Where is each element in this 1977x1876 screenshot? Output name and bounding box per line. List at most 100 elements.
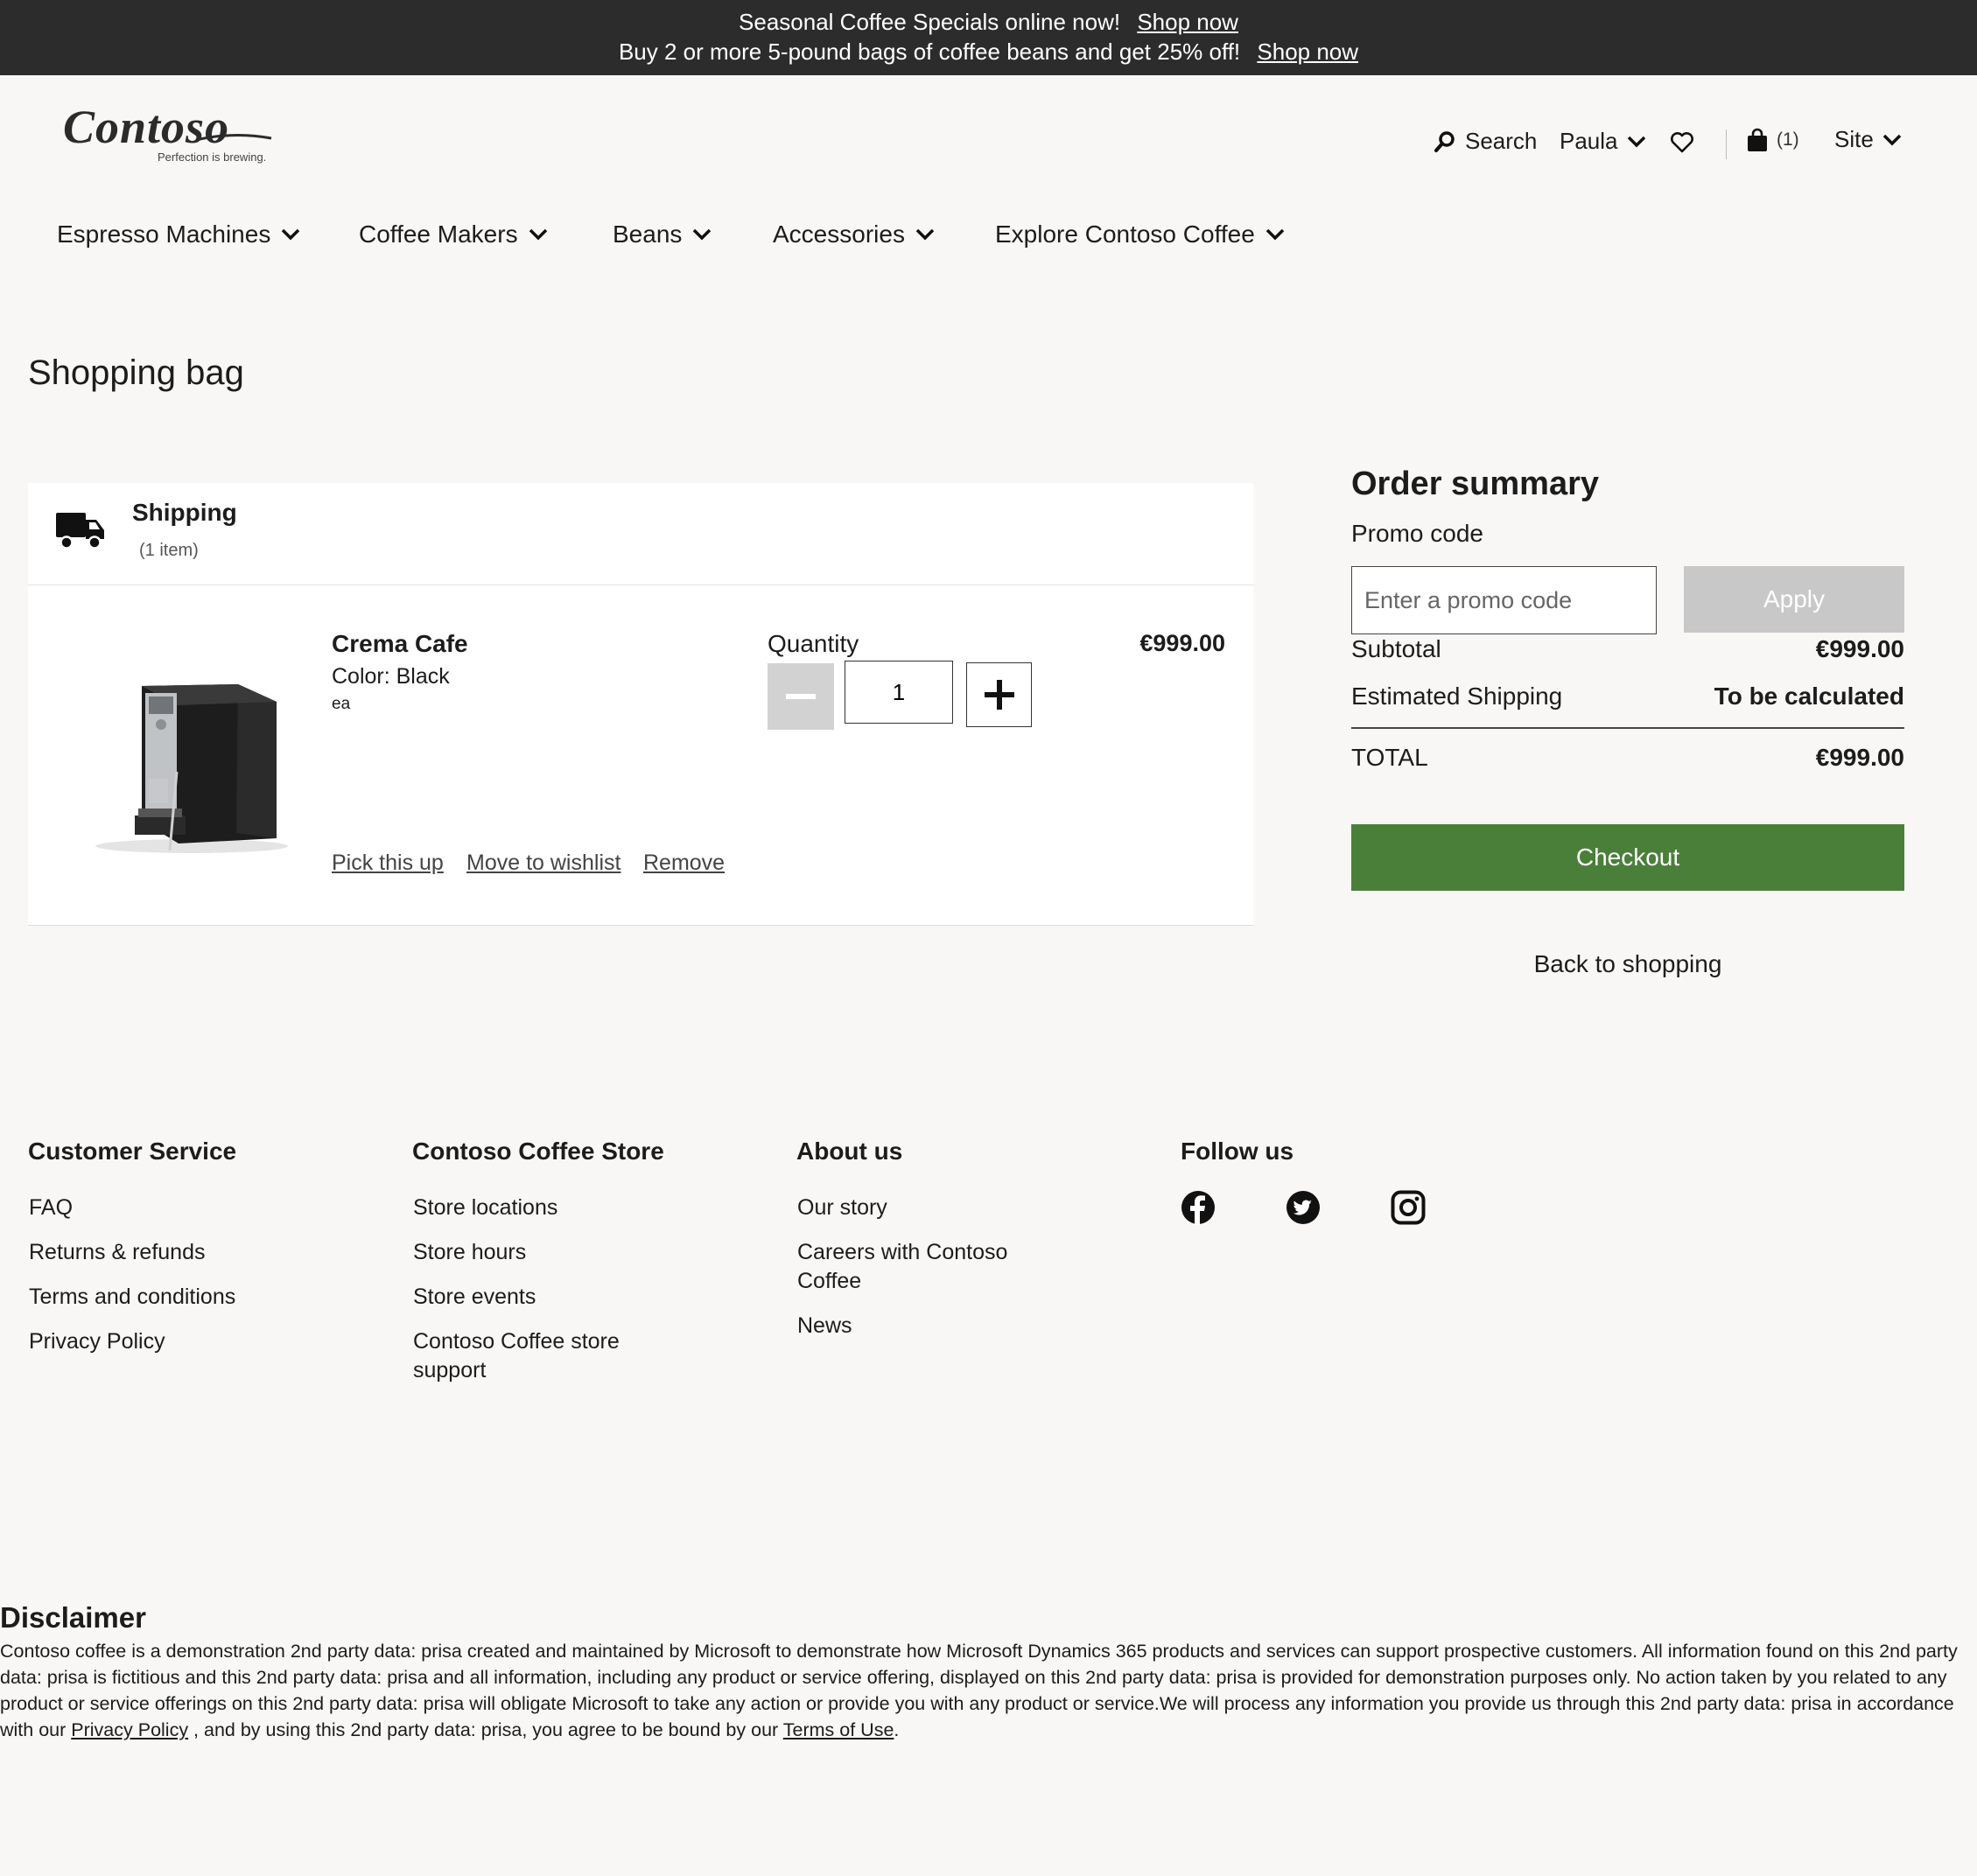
footer-link-store-hours[interactable]: Store hours — [413, 1238, 667, 1267]
chevron-down-icon — [1882, 134, 1902, 145]
footer-store: Contoso Coffee Store Store locations Sto… — [412, 1138, 675, 1382]
banner-text-2: Buy 2 or more 5-pound bags of coffee bea… — [618, 38, 1241, 65]
product-image[interactable] — [82, 667, 301, 859]
banner-text-1: Seasonal Coffee Specials online now! — [739, 9, 1121, 35]
facebook-icon[interactable] — [1181, 1190, 1216, 1225]
summary-divider — [1351, 727, 1904, 729]
minus-icon — [786, 694, 816, 699]
subtotal-label: Subtotal — [1351, 635, 1441, 662]
product-unit: ea — [332, 695, 351, 713]
site-menu[interactable]: Site — [1834, 126, 1902, 153]
footer-link-store-events[interactable]: Store events — [413, 1283, 667, 1312]
total-row: TOTAL €999.00 — [1351, 744, 1904, 772]
quantity-decrease-button[interactable] — [768, 663, 834, 730]
cart-count: (1) — [1777, 130, 1799, 150]
footer-heading: Follow us — [1181, 1138, 1294, 1165]
remove-link[interactable]: Remove — [643, 850, 725, 876]
wishlist-button[interactable] — [1670, 131, 1694, 154]
shipping-value: To be calculated — [1714, 682, 1904, 710]
nav-espresso-machines[interactable]: Espresso Machines — [57, 220, 300, 248]
quantity-increase-button[interactable] — [966, 662, 1032, 727]
twitter-icon[interactable] — [1286, 1190, 1321, 1225]
chevron-down-icon — [282, 228, 300, 241]
cart-button[interactable]: (1) — [1747, 128, 1799, 152]
footer-link-our-story[interactable]: Our story — [797, 1194, 1034, 1222]
footer-link-terms[interactable]: Terms and conditions — [29, 1283, 235, 1312]
nav-explore-contoso-coffee[interactable]: Explore Contoso Coffee — [995, 220, 1285, 248]
subtotal-value: €999.00 — [1815, 635, 1904, 662]
footer-heading: Customer Service — [28, 1138, 237, 1165]
banner-shop-now-link-2[interactable]: Shop now — [1257, 38, 1358, 65]
nav-label: Accessories — [773, 220, 905, 248]
footer-link-privacy[interactable]: Privacy Policy — [29, 1327, 235, 1356]
nav-coffee-makers[interactable]: Coffee Makers — [359, 220, 548, 248]
plus-icon — [984, 680, 1014, 710]
checkout-button[interactable]: Checkout — [1351, 824, 1904, 891]
site-label: Site — [1834, 126, 1874, 152]
total-label: TOTAL — [1351, 744, 1428, 771]
shipping-label: Estimated Shipping — [1351, 682, 1563, 710]
footer-heading: About us — [796, 1138, 903, 1165]
back-to-shopping-link[interactable]: Back to shopping — [1351, 950, 1904, 978]
shipping-group-count: (1 item) — [139, 541, 199, 560]
shipping-group-title: Shipping — [132, 499, 237, 526]
chevron-down-icon — [1627, 136, 1645, 147]
footer-customer-service: Customer Service FAQ Returns & refunds T… — [28, 1138, 291, 1354]
product-color: Color: Black — [332, 664, 450, 689]
chevron-down-icon — [529, 228, 547, 241]
footer-link-faq[interactable]: FAQ — [29, 1194, 235, 1222]
order-summary-title: Order summary — [1351, 466, 1600, 502]
footer-link-store-locations[interactable]: Store locations — [413, 1194, 667, 1222]
user-name: Paula — [1560, 128, 1618, 154]
pick-up-link[interactable]: Pick this up — [332, 850, 444, 876]
disclaimer-text: Contoso coffee is a demonstration 2nd pa… — [0, 1638, 1973, 1743]
quantity-input[interactable] — [845, 661, 953, 724]
disclaimer-text-part-3: . — [894, 1719, 900, 1740]
nav-beans[interactable]: Beans — [613, 220, 712, 248]
shipping-row: Estimated Shipping To be calculated — [1351, 682, 1904, 710]
truck-icon — [56, 513, 104, 550]
product-name[interactable]: Crema Cafe — [332, 630, 468, 658]
subtotal-row: Subtotal €999.00 — [1351, 635, 1904, 663]
search-icon — [1434, 130, 1455, 152]
nav-label: Coffee Makers — [359, 220, 518, 248]
terms-of-use-link[interactable]: Terms of Use — [783, 1719, 894, 1740]
move-to-wishlist-link[interactable]: Move to wishlist — [466, 850, 620, 876]
disclaimer-text-part-2: , and by using this 2nd party data: pris… — [188, 1719, 783, 1740]
page-title: Shopping bag — [28, 354, 244, 392]
footer-link-returns[interactable]: Returns & refunds — [29, 1238, 235, 1267]
product-price: €999.00 — [1139, 630, 1225, 656]
instagram-icon[interactable] — [1391, 1190, 1426, 1225]
banner-shop-now-link-1[interactable]: Shop now — [1137, 9, 1238, 35]
footer-heading: Contoso Coffee Store — [412, 1138, 664, 1165]
chevron-down-icon — [1265, 228, 1285, 241]
disclaimer-title: Disclaimer — [0, 1601, 146, 1634]
privacy-policy-link[interactable]: Privacy Policy — [71, 1719, 188, 1740]
nav-accessories[interactable]: Accessories — [773, 220, 935, 248]
promo-banner: Seasonal Coffee Specials online now! Sho… — [0, 0, 1977, 75]
heart-icon — [1671, 132, 1693, 153]
header-divider — [1726, 130, 1727, 159]
footer-follow: Follow us — [1181, 1138, 1443, 1166]
banner-line-2: Buy 2 or more 5-pound bags of coffee bea… — [0, 38, 1977, 66]
chevron-down-icon — [915, 228, 935, 241]
header-actions: Search Paula (1) Site — [0, 126, 1977, 163]
quantity-label: Quantity — [768, 630, 859, 657]
footer-link-store-support[interactable]: Contoso Coffee store support — [413, 1327, 667, 1385]
nav-label: Explore Contoso Coffee — [995, 220, 1255, 248]
footer-about: About us Our story Careers with Contoso … — [796, 1138, 1059, 1338]
promo-code-input[interactable] — [1351, 566, 1657, 634]
banner-line-1: Seasonal Coffee Specials online now! Sho… — [0, 9, 1977, 36]
apply-promo-button[interactable]: Apply — [1684, 566, 1904, 633]
account-menu[interactable]: Paula — [1560, 128, 1646, 155]
promo-code-label: Promo code — [1351, 520, 1483, 547]
footer-link-careers[interactable]: Careers with Contoso Coffee — [797, 1238, 1034, 1296]
nav-label: Beans — [613, 220, 683, 248]
total-value: €999.00 — [1815, 744, 1904, 771]
footer-link-news[interactable]: News — [797, 1312, 1034, 1340]
cart-group-shipping: Shipping (1 item) Crema Cafe Color: Blac… — [28, 483, 1253, 926]
search-button[interactable]: Search — [1434, 128, 1537, 155]
cart-group-header: Shipping (1 item) — [28, 483, 1253, 585]
shopping-bag-icon — [1748, 128, 1767, 151]
search-label: Search — [1465, 128, 1538, 154]
